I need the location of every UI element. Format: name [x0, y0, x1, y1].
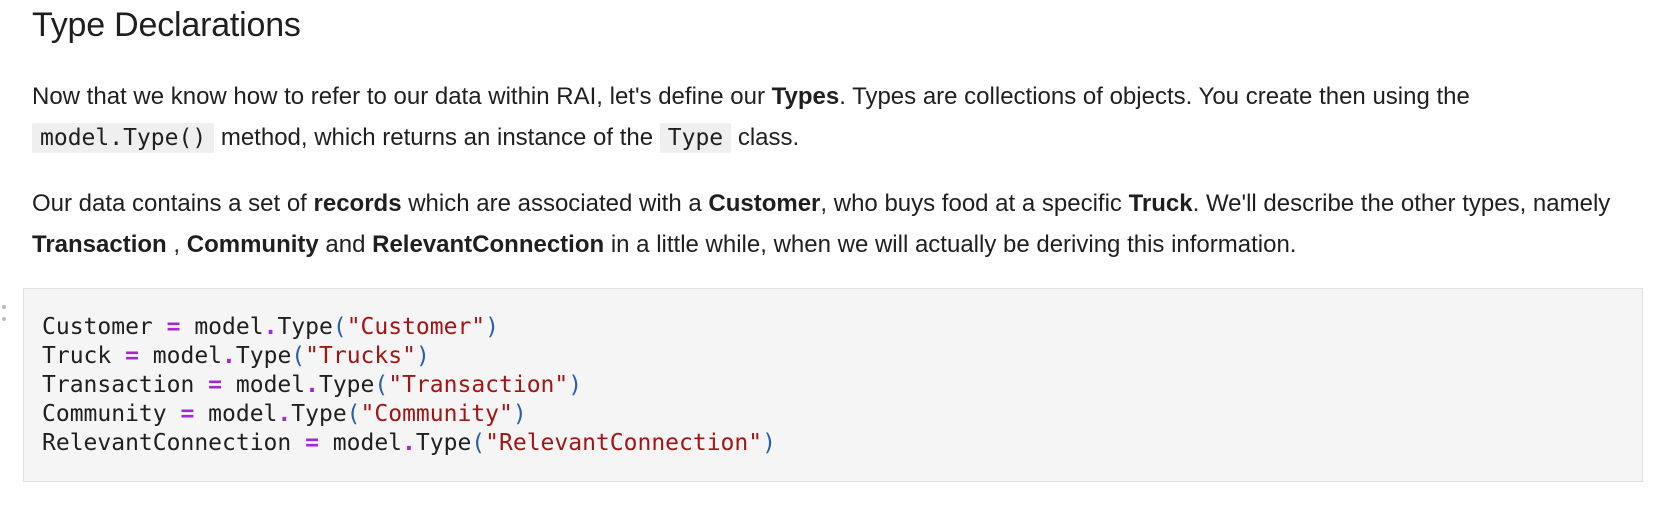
code-dot: .: [305, 372, 319, 398]
code-function: Type: [415, 430, 472, 456]
code-close-paren: ): [512, 401, 527, 427]
code-string: "RelevantConnection": [485, 430, 763, 456]
code-open-paren: (: [332, 314, 347, 340]
code-string: "Customer": [346, 314, 486, 340]
drag-handle-icon[interactable]: [2, 305, 6, 321]
para2-text-3: , who buys food at a specific: [820, 190, 1129, 217]
code-string: "Trucks": [305, 343, 416, 369]
markdown-cell[interactable]: Type Declarations Now that we know how t…: [32, 0, 1632, 265]
para1-bold-types: Types: [771, 83, 840, 110]
code-line: Customer = model.Type("Customer"): [42, 313, 1624, 342]
code-editor[interactable]: Customer = model.Type("Customer") Truck =…: [24, 289, 1642, 482]
code-dot: .: [222, 343, 236, 369]
code-operator: =: [152, 314, 195, 340]
code-object: model: [194, 314, 264, 340]
para2-text-7: in a little while, when we will actually…: [604, 231, 1297, 258]
code-line: Truck = model.Type("Trucks"): [42, 342, 1624, 371]
para2-bold-records: records: [313, 190, 402, 217]
drag-handle-dot: [2, 305, 6, 309]
code-variable: Truck: [42, 343, 112, 369]
code-variable: Customer: [42, 314, 153, 340]
code-open-paren: (: [291, 343, 306, 369]
section-heading: Type Declarations: [32, 6, 301, 44]
code-string: "Transaction": [388, 372, 569, 398]
code-string: "Community": [360, 401, 513, 427]
para2-bold-relevant-connection: RelevantConnection: [372, 231, 605, 258]
inline-code-type: Type: [659, 123, 732, 153]
code-operator: =: [291, 430, 333, 456]
code-open-paren: (: [374, 372, 389, 398]
code-line: RelevantConnection = model.Type("Relevan…: [42, 429, 1624, 458]
code-variable: RelevantConnection: [42, 430, 292, 456]
code-dot: .: [277, 401, 292, 427]
code-object: model: [332, 430, 403, 456]
para2-text-1: Our data contains a set of: [32, 190, 314, 217]
notebook: Type Declarations Now that we know how t…: [0, 0, 1658, 514]
para2-text-4: . We'll describe the other types, namely: [1192, 190, 1611, 217]
code-object: model: [235, 372, 306, 398]
para2-bold-transaction: Transaction: [32, 231, 167, 258]
drag-handle-dot: [2, 317, 6, 321]
code-cell[interactable]: Customer = model.Type("Customer") Truck =…: [23, 288, 1643, 482]
para1-text-2: . Types are collections of objects. You …: [839, 83, 1470, 110]
code-line: Transaction = model.Type("Transaction"): [42, 371, 1624, 400]
code-operator: =: [194, 372, 236, 398]
code-operator: =: [111, 343, 153, 369]
para2-text-2: which are associated with a: [401, 190, 709, 217]
code-operator: =: [166, 401, 209, 427]
code-variable: Transaction: [42, 372, 195, 398]
para2-text-5: ,: [166, 231, 187, 258]
para2-bold-truck: Truck: [1128, 190, 1193, 217]
code-close-paren: ): [568, 372, 583, 398]
code-close-paren: ): [415, 343, 430, 369]
code-close-paren: ): [762, 430, 776, 456]
code-function: Type: [291, 401, 347, 427]
code-object: model: [208, 401, 278, 427]
code-dot: .: [402, 430, 416, 456]
data-description-paragraph: Our data contains a set of records which…: [32, 183, 1632, 265]
code-function: Type: [277, 314, 333, 340]
code-dot: .: [263, 314, 278, 340]
code-open-paren: (: [471, 430, 486, 456]
code-variable: Community: [42, 401, 167, 427]
intro-paragraph: Now that we know how to refer to our dat…: [32, 76, 1632, 159]
para2-bold-customer: Customer: [708, 190, 821, 217]
code-object: model: [152, 343, 223, 369]
para1-text-3: method, which returns an instance of the: [214, 124, 660, 151]
code-function: Type: [318, 372, 375, 398]
code-close-paren: ): [485, 314, 500, 340]
code-function: Type: [235, 343, 292, 369]
code-open-paren: (: [346, 401, 361, 427]
para2-bold-community: Community: [186, 231, 319, 258]
inline-code-model-type: model.Type(): [32, 123, 215, 153]
para2-text-6: and: [318, 231, 373, 258]
code-line: Community = model.Type("Community"): [42, 400, 1624, 429]
para1-text-4: class.: [731, 124, 800, 151]
para1-text-1: Now that we know how to refer to our dat…: [32, 83, 772, 110]
